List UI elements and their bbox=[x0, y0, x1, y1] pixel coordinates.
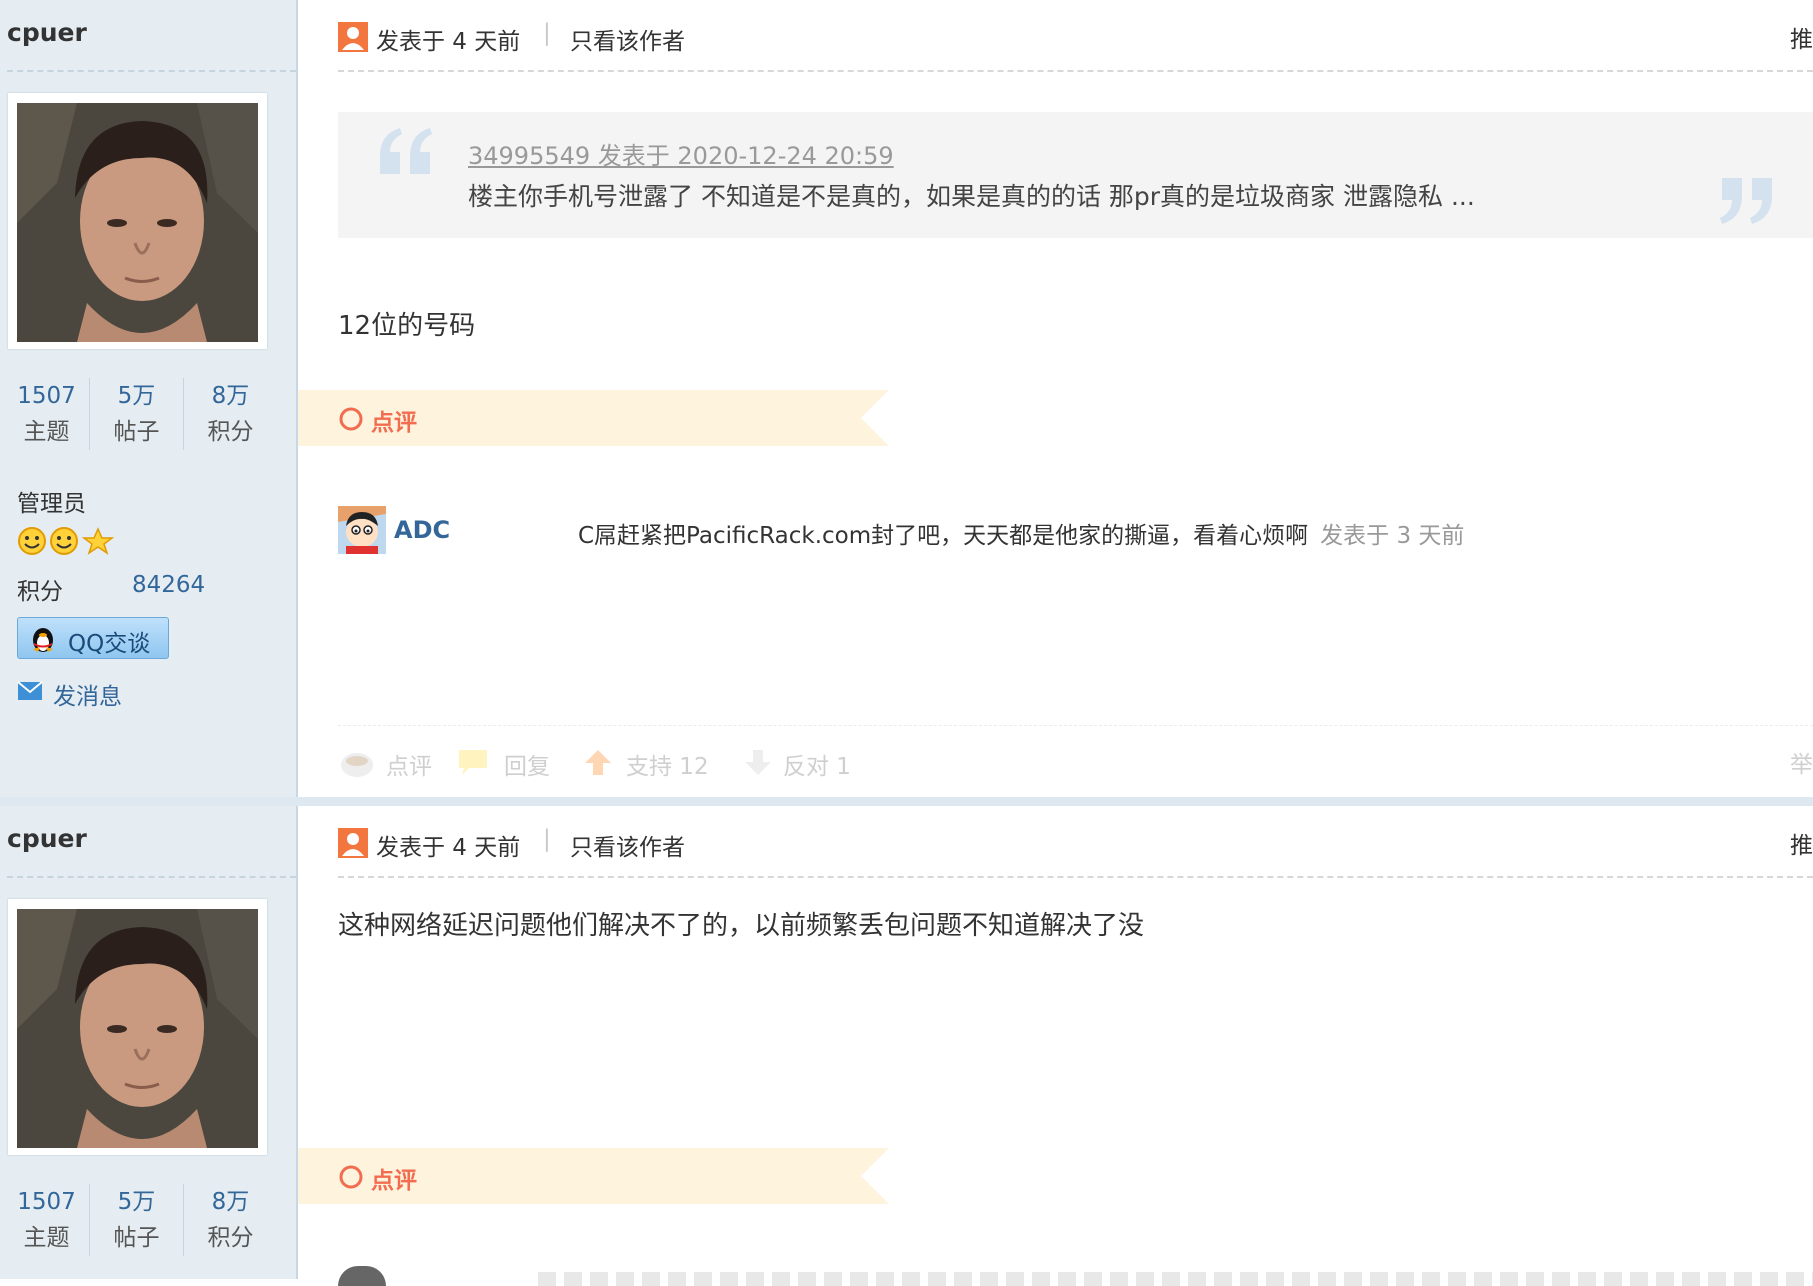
user-score: 积分 84264 bbox=[17, 572, 205, 606]
post-body: 12位的号码 bbox=[338, 311, 476, 341]
username-link[interactable]: cpuer bbox=[7, 18, 87, 47]
report-link[interactable]: 举 bbox=[1790, 745, 1813, 779]
avatar[interactable] bbox=[17, 103, 258, 342]
cup-icon bbox=[341, 753, 373, 777]
stat-value: 1507 bbox=[17, 1189, 76, 1215]
user-group[interactable]: 管理员 bbox=[17, 484, 86, 518]
arrow-up-icon bbox=[585, 750, 611, 775]
stat-posts[interactable]: 5万 帖子 bbox=[90, 378, 183, 450]
stat-label: 主题 bbox=[23, 1225, 70, 1251]
divider bbox=[7, 876, 296, 878]
support-button-label: 支持 12 bbox=[626, 754, 709, 780]
post: cpuer 1507 主题 bbox=[0, 0, 1813, 797]
post: cpuer 1507 主题 bbox=[0, 806, 1813, 1286]
post-content: 发表于 4 天前 | 只看该作者 推 这种网络延迟问题他们解决不了的，以前频繁丢… bbox=[298, 806, 1813, 1286]
post-actions: 点评 回复 支持 12 反对 1 bbox=[338, 745, 1813, 781]
stat-topics[interactable]: 1507 主题 bbox=[0, 378, 93, 450]
author-icon bbox=[338, 828, 368, 858]
penguin-icon bbox=[33, 628, 53, 652]
post-separator bbox=[0, 797, 1813, 806]
sun-icon bbox=[50, 527, 78, 555]
oppose-button-label: 反对 1 bbox=[783, 754, 851, 780]
comment-body: C屌赶紧把PacificRack.com封了吧，天天都是他家的撕逼，看着心烦啊 bbox=[578, 523, 1309, 549]
score-label: 积分 bbox=[17, 579, 63, 605]
review-comment: ADC C屌赶紧把PacificRack.com封了吧，天天都是他家的撕逼，看着… bbox=[338, 506, 1813, 556]
user-stats: 1507 主题 5万 帖子 8万 积分 bbox=[0, 1184, 280, 1256]
stat-label: 帖子 bbox=[113, 1225, 160, 1251]
comment-avatar[interactable] bbox=[338, 506, 386, 554]
review-ribbon: 点评 bbox=[298, 390, 889, 446]
reply-button-label: 回复 bbox=[504, 754, 550, 780]
star-icon bbox=[81, 527, 115, 555]
envelope-icon bbox=[17, 681, 43, 700]
comment-author-link[interactable]: ADC bbox=[394, 516, 450, 544]
stat-credits[interactable]: 8万 积分 bbox=[184, 378, 277, 450]
arrow-down-icon bbox=[745, 750, 771, 775]
send-message-label: 发消息 bbox=[53, 684, 122, 710]
post-body: 这种网络延迟问题他们解决不了的，以前频繁丢包问题不知道解决了没 bbox=[338, 911, 1145, 941]
review-label: 点评 bbox=[371, 410, 417, 436]
divider bbox=[338, 70, 1813, 72]
stat-value: 5万 bbox=[117, 1189, 156, 1215]
avatar-frame bbox=[8, 93, 267, 349]
stat-credits[interactable]: 8万 积分 bbox=[184, 1184, 277, 1256]
only-author-link[interactable]: 只看该作者 bbox=[570, 22, 685, 56]
stat-topics[interactable]: 1507 主题 bbox=[0, 1184, 93, 1256]
avatar-frame bbox=[8, 899, 267, 1155]
qq-chat-button[interactable]: QQ交谈 bbox=[17, 617, 169, 659]
post-content: 发表于 4 天前 | 只看该作者 推 34995549 发表于 2020-12-… bbox=[298, 0, 1813, 797]
stat-label: 主题 bbox=[23, 419, 70, 445]
sun-icon bbox=[18, 527, 46, 555]
recommend-link[interactable]: 推 bbox=[1790, 826, 1813, 860]
speech-bubble-icon bbox=[459, 750, 487, 775]
recommend-link[interactable]: 推 bbox=[1790, 20, 1813, 54]
header-separator: | bbox=[543, 20, 551, 46]
quote-close-icon bbox=[1720, 178, 1772, 224]
stat-posts[interactable]: 5万 帖子 bbox=[90, 1184, 183, 1256]
stat-value: 8万 bbox=[211, 383, 250, 409]
review-ribbon: 点评 bbox=[298, 1148, 889, 1204]
quote-open-icon bbox=[380, 128, 432, 174]
divider bbox=[338, 876, 1813, 878]
header-separator: | bbox=[543, 826, 551, 852]
qq-chat-label: QQ交谈 bbox=[68, 631, 151, 657]
divider bbox=[7, 70, 296, 72]
user-sidebar: cpuer 1507 主题 bbox=[0, 0, 298, 797]
post-time: 发表于 4 天前 bbox=[376, 29, 521, 55]
only-author-link[interactable]: 只看该作者 bbox=[570, 828, 685, 862]
author-icon bbox=[338, 22, 368, 52]
stat-value: 5万 bbox=[117, 383, 156, 409]
stat-label: 帖子 bbox=[113, 419, 160, 445]
review-button-label: 点评 bbox=[386, 754, 432, 780]
comment-text-cutoff bbox=[538, 1272, 1813, 1286]
comment-text: C屌赶紧把PacificRack.com封了吧，天天都是他家的撕逼，看着心烦啊发… bbox=[578, 516, 1464, 550]
user-sidebar: cpuer 1507 主题 bbox=[0, 806, 298, 1279]
comment-avatar[interactable] bbox=[338, 1266, 386, 1286]
username-link[interactable]: cpuer bbox=[7, 824, 87, 853]
user-stats: 1507 主题 5万 帖子 8万 积分 bbox=[0, 378, 280, 450]
divider bbox=[338, 725, 1813, 726]
quote-block: 34995549 发表于 2020-12-24 20:59 楼主你手机号泄露了 … bbox=[338, 112, 1813, 238]
stat-label: 积分 bbox=[207, 419, 254, 445]
rank-stars bbox=[17, 526, 117, 556]
quote-source-link[interactable]: 34995549 发表于 2020-12-24 20:59 bbox=[468, 136, 894, 171]
comment-time: 发表于 3 天前 bbox=[1320, 523, 1465, 549]
avatar[interactable] bbox=[17, 909, 258, 1148]
review-circle-icon bbox=[339, 1165, 363, 1189]
post-time: 发表于 4 天前 bbox=[376, 835, 521, 861]
stat-value: 8万 bbox=[211, 1189, 250, 1215]
score-value: 84264 bbox=[132, 572, 206, 598]
quote-text: 楼主你手机号泄露了 不知道是不是真的，如果是真的的话 那pr真的是垃圾商家 泄露… bbox=[468, 182, 1475, 211]
review-circle-icon bbox=[339, 407, 363, 431]
stat-label: 积分 bbox=[207, 1225, 254, 1251]
review-label: 点评 bbox=[371, 1168, 417, 1194]
stat-value: 1507 bbox=[17, 383, 76, 409]
